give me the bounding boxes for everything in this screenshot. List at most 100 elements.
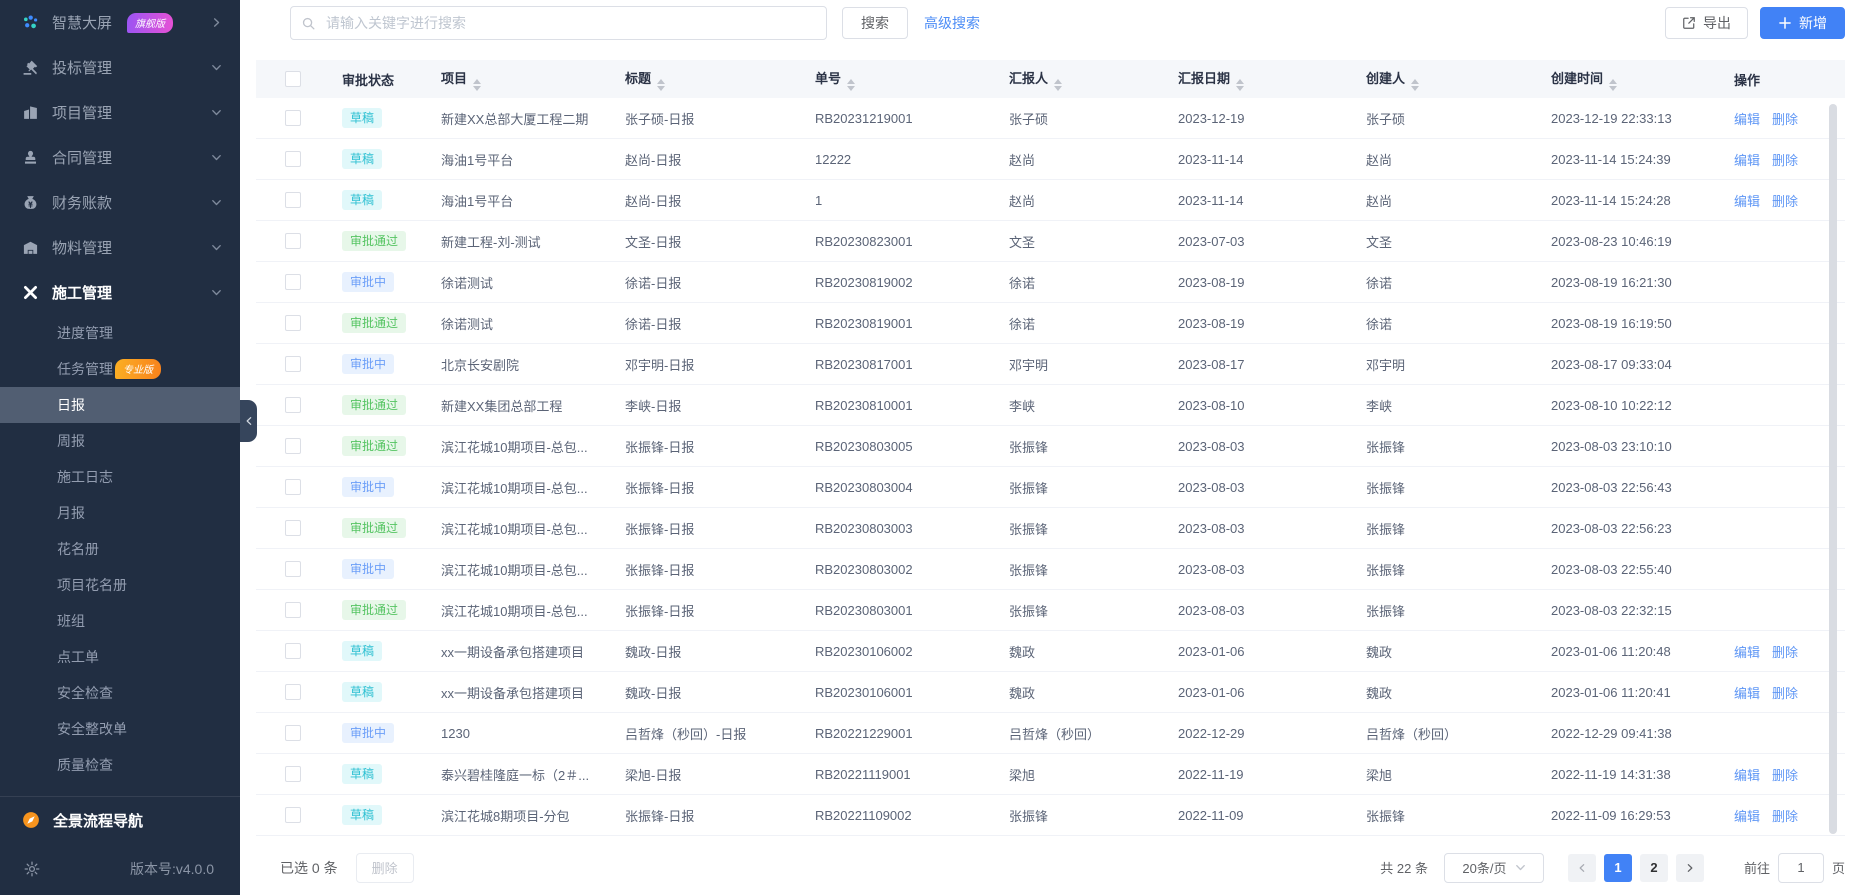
row-checkbox[interactable] xyxy=(285,151,301,167)
table-scrollbar[interactable] xyxy=(1829,104,1837,834)
row-checkbox[interactable] xyxy=(285,561,301,577)
search-button[interactable]: 搜索 xyxy=(842,7,908,39)
sort-icon[interactable] xyxy=(1609,79,1617,91)
row-checkbox[interactable] xyxy=(285,438,301,454)
sort-icon[interactable] xyxy=(473,79,481,91)
row-checkbox[interactable] xyxy=(285,315,301,331)
row-checkbox[interactable] xyxy=(285,233,301,249)
sidebar-item-construction[interactable]: 施工管理 xyxy=(0,270,240,315)
sidebar-subitem[interactable]: 质量检查 xyxy=(0,747,240,783)
column-header-创建时间[interactable]: 创建时间 xyxy=(1539,60,1722,98)
sidebar-subitem[interactable]: 周报 xyxy=(0,423,240,459)
export-button[interactable]: 导出 xyxy=(1665,7,1748,39)
created-time-cell: 2023-08-17 09:33:04 xyxy=(1539,344,1722,385)
sidebar-nav: 智慧大屏 旗舰版 投标管理 项目管理 合同管理 财务账款 物料 xyxy=(0,0,240,315)
row-checkbox[interactable] xyxy=(285,520,301,536)
title-cell: 赵尚-日报 xyxy=(613,180,803,221)
row-checkbox[interactable] xyxy=(285,643,301,659)
sidebar-subitem-label: 班组 xyxy=(57,611,85,631)
column-header-汇报人[interactable]: 汇报人 xyxy=(997,60,1166,98)
row-checkbox[interactable] xyxy=(285,725,301,741)
edit-link[interactable]: 编辑 xyxy=(1734,809,1760,824)
table-row: 审批中 滨江花城10期项目-总包... 张振锋-日报 RB20230803004… xyxy=(256,467,1845,508)
sidebar-subitem[interactable]: 班组 xyxy=(0,603,240,639)
search-input[interactable] xyxy=(324,14,816,32)
row-checkbox[interactable] xyxy=(285,807,301,823)
sidebar-item-contract[interactable]: 合同管理 xyxy=(0,135,240,180)
sidebar-item-finance[interactable]: 财务账款 xyxy=(0,180,240,225)
sidebar-item-dashboard[interactable]: 智慧大屏 旗舰版 xyxy=(0,0,240,45)
table-row: 审批通过 新建XX集团总部工程 李峡-日报 RB20230810001 李峡 2… xyxy=(256,385,1845,426)
sort-icon[interactable] xyxy=(847,79,855,91)
sidebar-subitem[interactable]: 施工日志 xyxy=(0,459,240,495)
prev-page-button[interactable] xyxy=(1568,854,1596,882)
sort-icon[interactable] xyxy=(1054,79,1062,91)
edit-link[interactable]: 编辑 xyxy=(1734,686,1760,701)
sidebar-subitem[interactable]: 项目花名册 xyxy=(0,567,240,603)
project-cell: 1230 xyxy=(429,713,613,754)
delete-link[interactable]: 删除 xyxy=(1772,809,1798,824)
creator-cell: 张振锋 xyxy=(1354,795,1539,836)
next-page-button[interactable] xyxy=(1676,854,1704,882)
column-header-标题[interactable]: 标题 xyxy=(613,60,803,98)
delete-link[interactable]: 删除 xyxy=(1772,194,1798,209)
row-checkbox[interactable] xyxy=(285,274,301,290)
sidebar-subitem[interactable]: 日报 xyxy=(0,387,240,423)
status-badge: 审批通过 xyxy=(342,231,406,251)
row-checkbox[interactable] xyxy=(285,479,301,495)
delete-link[interactable]: 删除 xyxy=(1772,645,1798,660)
sort-icon[interactable] xyxy=(1236,79,1244,91)
title-cell: 徐诺-日报 xyxy=(613,262,803,303)
sort-icon[interactable] xyxy=(1411,79,1419,91)
sidebar-subitem[interactable]: 花名册 xyxy=(0,531,240,567)
column-header-创建人[interactable]: 创建人 xyxy=(1354,60,1539,98)
creator-cell: 张子硕 xyxy=(1354,98,1539,139)
delete-link[interactable]: 删除 xyxy=(1772,112,1798,127)
column-header-汇报日期[interactable]: 汇报日期 xyxy=(1166,60,1354,98)
gear-icon[interactable] xyxy=(24,861,40,877)
edit-link[interactable]: 编辑 xyxy=(1734,645,1760,660)
select-all-header xyxy=(256,60,330,98)
edit-link[interactable]: 编辑 xyxy=(1734,153,1760,168)
sidebar-item-bid[interactable]: 投标管理 xyxy=(0,45,240,90)
column-header-单号[interactable]: 单号 xyxy=(803,60,997,98)
page-button-1[interactable]: 1 xyxy=(1604,854,1632,882)
report-date-cell: 2023-08-03 xyxy=(1166,590,1354,631)
delete-link[interactable]: 删除 xyxy=(1772,153,1798,168)
row-checkbox[interactable] xyxy=(285,356,301,372)
page-size-select[interactable]: 20条/页 xyxy=(1444,853,1544,883)
sidebar-item-material[interactable]: 物料管理 xyxy=(0,225,240,270)
sidebar-subitem[interactable]: 进度管理 xyxy=(0,315,240,351)
page-button-2[interactable]: 2 xyxy=(1640,854,1668,882)
row-checkbox[interactable] xyxy=(285,110,301,126)
select-all-checkbox[interactable] xyxy=(285,71,301,87)
add-button[interactable]: 新增 xyxy=(1760,7,1845,39)
sidebar-item-panorama-navigation[interactable]: 全景流程导航 xyxy=(0,797,240,843)
sidebar-subitem[interactable]: 月报 xyxy=(0,495,240,531)
batch-delete-button[interactable]: 删除 xyxy=(356,853,414,883)
delete-link[interactable]: 删除 xyxy=(1772,768,1798,783)
table-row: 审批通过 滨江花城10期项目-总包... 张振锋-日报 RB2023080300… xyxy=(256,508,1845,549)
sort-icon[interactable] xyxy=(657,79,665,91)
row-checkbox[interactable] xyxy=(285,602,301,618)
column-header-项目[interactable]: 项目 xyxy=(429,60,613,98)
edit-link[interactable]: 编辑 xyxy=(1734,112,1760,127)
delete-link[interactable]: 删除 xyxy=(1772,686,1798,701)
creator-cell: 张振锋 xyxy=(1354,836,1539,841)
edit-link[interactable]: 编辑 xyxy=(1734,194,1760,209)
row-checkbox[interactable] xyxy=(285,766,301,782)
goto-page-input[interactable] xyxy=(1778,853,1824,883)
edit-link[interactable]: 编辑 xyxy=(1734,768,1760,783)
row-checkbox[interactable] xyxy=(285,397,301,413)
row-checkbox[interactable] xyxy=(285,192,301,208)
sidebar-subitem[interactable]: 任务管理 专业版 xyxy=(0,351,240,387)
title-cell: 文圣-日报 xyxy=(613,221,803,262)
advanced-search-link[interactable]: 高级搜索 xyxy=(924,13,980,33)
sidebar-subitem[interactable]: 点工单 xyxy=(0,639,240,675)
sidebar-item-project[interactable]: 项目管理 xyxy=(0,90,240,135)
sidebar-subitem[interactable]: 安全检查 xyxy=(0,675,240,711)
column-header-label: 单号 xyxy=(815,71,841,86)
row-checkbox[interactable] xyxy=(285,684,301,700)
sidebar-collapse-button[interactable] xyxy=(240,400,257,442)
sidebar-subitem[interactable]: 安全整改单 xyxy=(0,711,240,747)
